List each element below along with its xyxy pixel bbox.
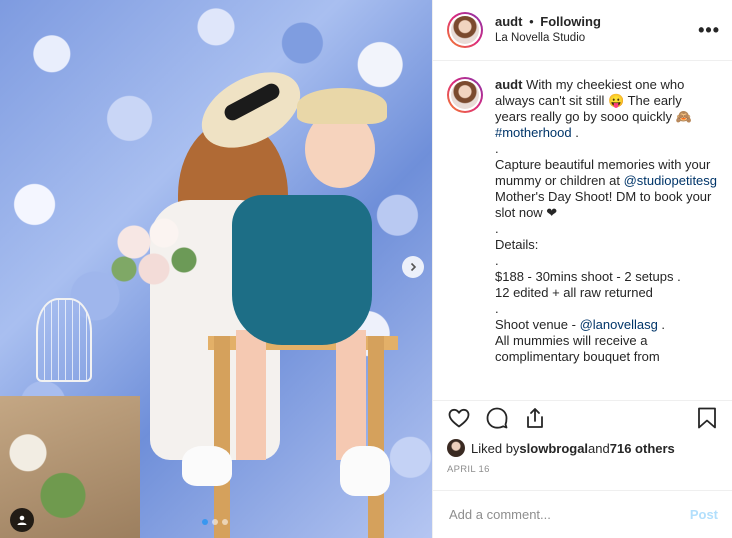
caption-dot: .: [495, 221, 499, 236]
caption-username[interactable]: audt: [495, 77, 522, 92]
caption-text: Details:: [495, 237, 539, 252]
avatar-frame: [449, 14, 481, 46]
photo-child-hat: [297, 88, 387, 124]
share-icon[interactable]: [523, 406, 547, 430]
post-comment-button[interactable]: Post: [690, 507, 718, 522]
caption-text: $188 - 30mins shoot - 2 setups .: [495, 269, 681, 284]
mention-link[interactable]: @studiopetitesg: [624, 173, 717, 188]
carousel-dot: [222, 519, 228, 525]
hashtag-link[interactable]: #motherhood: [495, 125, 572, 140]
liker-username[interactable]: slowbrogal: [519, 441, 588, 456]
photo-shoe-left: [182, 446, 232, 486]
post-caption: audt With my cheekiest one who always ca…: [495, 77, 717, 400]
carousel-dot: [202, 519, 208, 525]
next-photo-button[interactable]: [402, 256, 424, 278]
caption-text: complimentary bouquet from: [495, 349, 660, 364]
following-button[interactable]: Following: [540, 14, 601, 29]
header-username[interactable]: audt: [495, 14, 522, 29]
avatar: [451, 81, 479, 109]
photo-bouquet: [104, 206, 204, 296]
header-separator: •: [529, 14, 534, 29]
caption-dot: .: [495, 301, 499, 316]
instagram-post: audt • Following La Novella Studio ••• a…: [0, 0, 732, 538]
caption-area: audt With my cheekiest one who always ca…: [433, 61, 732, 400]
likes-summary: Liked by slowbrogal and 716 others: [433, 434, 732, 462]
caption-text: Shoot venue -: [495, 317, 580, 332]
location-link[interactable]: La Novella Studio: [495, 30, 698, 46]
photo-child-dress: [232, 195, 372, 345]
post-date[interactable]: APRIL 16: [433, 462, 732, 482]
carousel-dot: [212, 519, 218, 525]
user-tag-button[interactable]: [10, 508, 34, 532]
caption-avatar-ring[interactable]: [447, 77, 483, 113]
caption-dot: .: [495, 253, 499, 268]
caption-text: 12 edited + all raw returned: [495, 285, 653, 300]
caption-text: .: [571, 125, 579, 140]
person-icon: [17, 515, 27, 525]
header-line: audt • Following: [495, 14, 698, 30]
post-header: audt • Following La Novella Studio •••: [433, 0, 732, 61]
caption-text: Mother's Day Shoot! DM to book your slot…: [495, 189, 712, 220]
likes-count-link[interactable]: 716 others: [610, 441, 675, 456]
photo-shoe-right: [340, 446, 390, 496]
bookmark-icon[interactable]: [696, 406, 718, 430]
comment-icon[interactable]: [485, 406, 509, 430]
avatar-frame: [449, 79, 481, 111]
comment-bar: Post: [433, 490, 732, 538]
post-photo[interactable]: [0, 0, 432, 538]
caption-text: With my cheekiest one who always can't s…: [495, 77, 692, 124]
action-bar: [433, 400, 732, 434]
chevron-right-icon: [410, 262, 417, 272]
likes-middle: and: [588, 440, 610, 456]
post-sidebar: audt • Following La Novella Studio ••• a…: [432, 0, 732, 538]
caption-dot: .: [495, 141, 499, 156]
likes-prefix: Liked by: [471, 440, 520, 456]
heart-icon[interactable]: [447, 406, 471, 430]
liker-avatar[interactable]: [447, 439, 465, 457]
caption-text: .: [657, 317, 666, 332]
comment-input[interactable]: [447, 506, 690, 523]
caption-text: All mummies will receive a: [495, 333, 648, 348]
avatar: [451, 16, 479, 44]
header-text: audt • Following La Novella Studio: [495, 14, 698, 46]
photo-birdcage: [36, 298, 92, 382]
carousel-indicator: [202, 519, 228, 525]
story-avatar-ring[interactable]: [447, 12, 483, 48]
mention-link[interactable]: @lanovellasg: [580, 317, 658, 332]
photo-child-legs: [226, 330, 376, 460]
more-options-icon[interactable]: •••: [698, 20, 720, 41]
